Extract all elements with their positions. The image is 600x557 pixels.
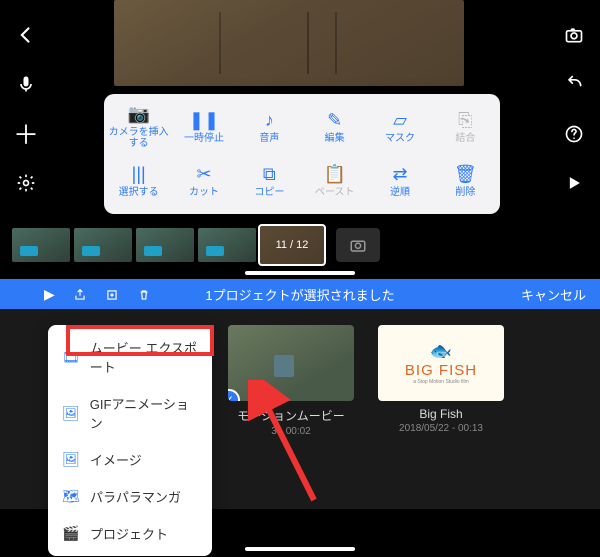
timeline-clip[interactable] — [74, 228, 132, 262]
timeline-clip[interactable] — [136, 228, 194, 262]
merge-label: 結合 — [455, 133, 475, 144]
project-card[interactable]: ✓ モーションムービー 3 - 00:02 — [226, 325, 356, 437]
image-label: イメージ — [90, 450, 142, 469]
menu-movie-export[interactable]: 🎞 ムービー エクスポート — [48, 329, 212, 385]
undo-button[interactable] — [557, 67, 591, 101]
timeline-clip-selected[interactable]: 11 / 12 — [260, 226, 324, 264]
home-indicator — [245, 271, 355, 275]
bigfish-logo-text: BIG FISH — [405, 362, 477, 379]
bigfish-logo-subtitle: a Stop Motion Studio film — [413, 379, 469, 385]
cut-icon: ✂ — [196, 165, 211, 183]
mic-button[interactable] — [9, 67, 43, 101]
project-thumbnail: ✓ — [228, 325, 354, 401]
project-meta: 2018/05/22 - 00:13 — [399, 423, 483, 434]
timeline-strip: 11 / 12 — [0, 222, 600, 268]
selected-check-icon: ✓ — [228, 389, 240, 401]
toolbar-paste: 📋 ペースト — [302, 154, 367, 208]
timeline-clip[interactable] — [198, 228, 256, 262]
toolbar-audio[interactable]: ♪ 音声 — [237, 100, 302, 154]
project-icon: 🎬 — [62, 525, 80, 542]
image-icon: 🖼 — [62, 451, 80, 468]
movie-export-label: ムービー エクスポート — [90, 338, 198, 376]
paste-label: ペースト — [315, 187, 355, 198]
merge-icon: ⎘ — [458, 111, 472, 129]
insert-camera-icon: 📷 — [127, 105, 149, 123]
toolbar-copy[interactable]: ⧉ コピー — [237, 154, 302, 208]
selection-bar: ▶ 1プロジェクトが選択されました キャンセル — [0, 279, 600, 309]
copy-icon: ⧉ — [263, 165, 276, 183]
trash-icon[interactable] — [137, 286, 151, 303]
toolbar-reverse[interactable]: ⇄ 逆順 — [367, 154, 432, 208]
menu-project[interactable]: 🎬 プロジェクト — [48, 515, 212, 552]
camera-button[interactable] — [557, 18, 591, 52]
edit-icon: ✎ — [327, 111, 342, 129]
toolbar-mask[interactable]: ▱ マスク — [367, 100, 432, 154]
edit-label: 編集 — [325, 133, 345, 144]
gif-anim-label: GIFアニメーション — [90, 394, 198, 432]
reverse-label: 逆順 — [390, 187, 410, 198]
reverse-icon: ⇄ — [392, 165, 407, 183]
preview-frame — [114, 0, 464, 86]
pause-label: 一時停止 — [184, 133, 224, 144]
back-button[interactable] — [9, 18, 43, 52]
cancel-button[interactable]: キャンセル — [521, 285, 600, 304]
bigfish-logo-icon: 🐟 — [430, 341, 452, 362]
pause-icon: ❚❚ — [189, 111, 219, 129]
delete-icon: 🗑 — [454, 165, 477, 183]
home-indicator — [245, 547, 355, 551]
copy-label: コピー — [254, 187, 284, 198]
selection-title: 1プロジェクトが選択されました — [205, 285, 394, 304]
mask-label: マスク — [385, 133, 415, 144]
settings-button[interactable] — [9, 166, 43, 200]
frame-counter: 11 / 12 — [276, 239, 309, 251]
flipbook-label: パラパラマンガ — [90, 487, 181, 506]
audio-label: 音声 — [259, 133, 279, 144]
menu-gif-anim[interactable]: 🖼 GIFアニメーション — [48, 385, 212, 441]
edit-toolbar-popup: 📷 カメラを挿入 する ❚❚ 一時停止 ♪ 音声 ✎ 編集 ▱ マスク ⎘ 結合 ||| 選択する ✂ カット… — [104, 94, 500, 214]
right-toolbar — [548, 0, 600, 218]
toolbar-select[interactable]: ||| 選択する — [106, 154, 171, 208]
toolbar-delete[interactable]: 🗑 削除 — [433, 154, 498, 208]
select-icon: ||| — [132, 165, 146, 183]
share-icon[interactable] — [73, 286, 87, 303]
flipbook-icon: 🗺 — [62, 488, 80, 505]
project-label: プロジェクト — [90, 524, 168, 543]
project-title: Big Fish — [419, 407, 462, 421]
toolbar-pause[interactable]: ❚❚ 一時停止 — [171, 100, 236, 154]
menu-image[interactable]: 🖼 イメージ — [48, 441, 212, 478]
editor-view: ＋ 📷 カメラを挿入 する ❚❚ 一時停止 ♪ 音声 ✎ 編集 ▱ マスク ⎘ 結合 ||| 選択する ✂ カ… — [0, 0, 600, 279]
toolbar-merge: ⎘ 結合 — [433, 100, 498, 154]
project-meta: 3 - 00:02 — [271, 426, 310, 437]
project-grid: ✓ モーションムービー 3 - 00:02 🐟 BIG FISH a Stop … — [226, 325, 506, 437]
project-card[interactable]: 🐟 BIG FISH a Stop Motion Studio film Big… — [376, 325, 506, 437]
cut-label: カット — [189, 187, 219, 198]
play-icon[interactable]: ▶ — [44, 286, 55, 303]
movie-export-icon: 🎞 — [62, 349, 80, 366]
left-toolbar: ＋ — [0, 0, 52, 218]
help-button[interactable] — [557, 117, 591, 151]
select-label: 選択する — [119, 187, 159, 198]
add-button[interactable]: ＋ — [9, 117, 43, 151]
mask-icon: ▱ — [393, 111, 407, 129]
projects-view: ▶ 1プロジェクトが選択されました キャンセル 🎞 ムービー エクスポート 🖼 GIF… — [0, 279, 600, 557]
share-menu: 🎞 ムービー エクスポート 🖼 GIFアニメーション 🖼 イメージ 🗺 パラパラマンガ 🎬 プロジ… — [48, 325, 212, 556]
toolbar-edit[interactable]: ✎ 編集 — [302, 100, 367, 154]
project-thumbnail: 🐟 BIG FISH a Stop Motion Studio film — [378, 325, 504, 401]
toolbar-insert-camera[interactable]: 📷 カメラを挿入 する — [106, 100, 171, 154]
audio-icon: ♪ — [265, 111, 274, 129]
play-button[interactable] — [557, 166, 591, 200]
insert-camera-label: カメラを挿入 する — [109, 127, 169, 149]
paste-icon: 📋 — [323, 165, 345, 183]
toolbar-cut[interactable]: ✂ カット — [171, 154, 236, 208]
delete-label: 削除 — [455, 187, 475, 198]
add-camera-clip[interactable] — [336, 228, 380, 262]
timeline-clip[interactable] — [12, 228, 70, 262]
gif-anim-icon: 🖼 — [62, 405, 80, 422]
project-title: モーションムービー — [237, 407, 345, 424]
duplicate-icon[interactable] — [105, 286, 119, 303]
menu-flipbook[interactable]: 🗺 パラパラマンガ — [48, 478, 212, 515]
